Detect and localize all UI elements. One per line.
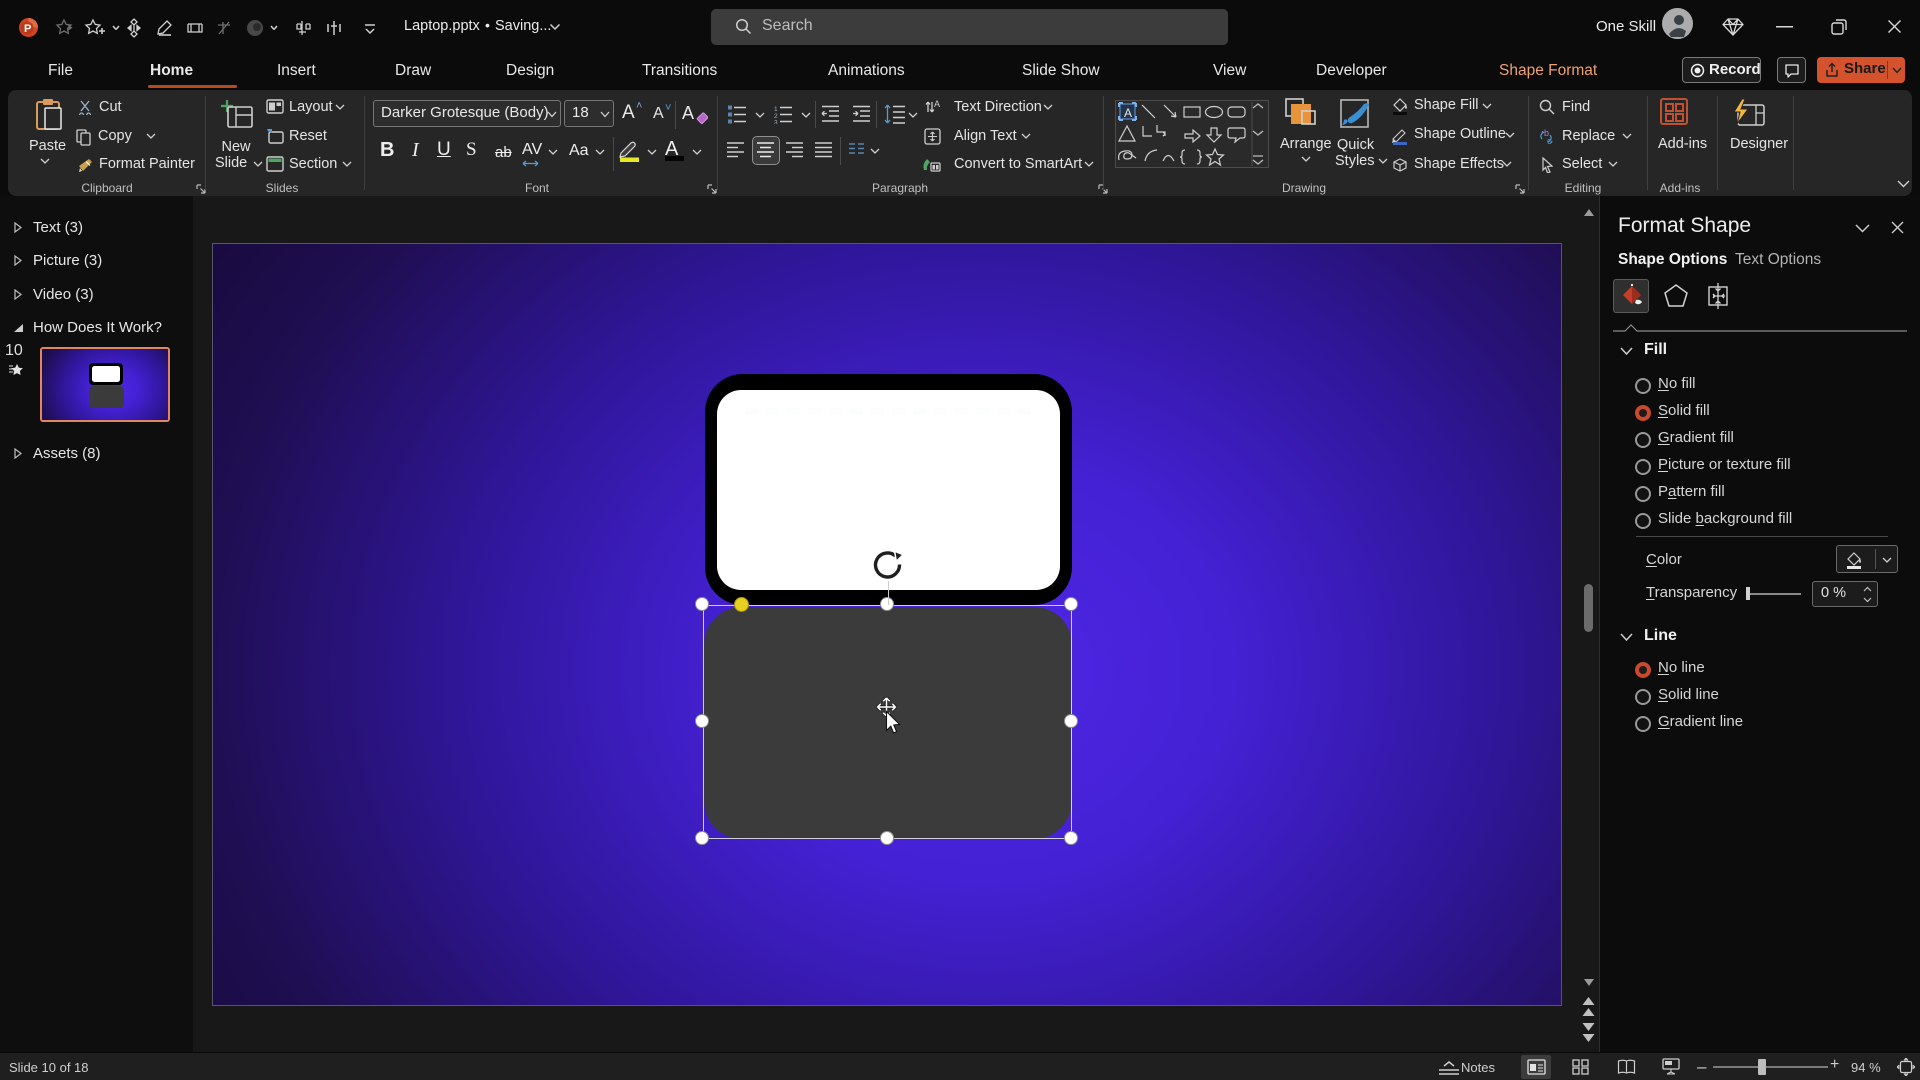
svg-text:P: P — [24, 23, 31, 35]
svg-text:A: A — [934, 99, 940, 109]
svg-text:A: A — [1124, 106, 1132, 120]
svg-text:3: 3 — [774, 120, 778, 125]
svg-text:1: 1 — [774, 106, 778, 113]
